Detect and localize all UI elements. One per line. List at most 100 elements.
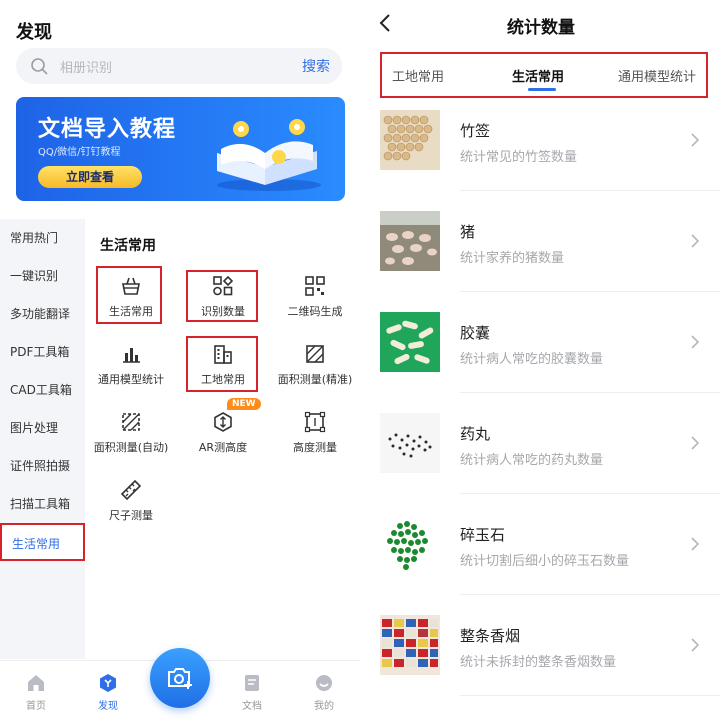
list-item[interactable]: 药丸 统计病人常吃的药丸数量 (362, 403, 720, 503)
chevron-right-icon (691, 436, 700, 450)
book-illustration-icon (217, 119, 321, 191)
row-divider (460, 392, 720, 393)
item-description: 统计家养的猪数量 (460, 251, 565, 266)
tab-model-stats[interactable]: 通用模型统计 (618, 66, 696, 85)
capsules-thumbnail (380, 312, 440, 372)
banner-title: 文档导入教程 (38, 117, 177, 142)
tool-label: 面积测量(自动) (93, 441, 169, 454)
tab-label: 首页 (26, 701, 46, 712)
search-input[interactable]: 相册识别 (60, 57, 112, 76)
tool-area-precise[interactable]: 面积测量(精准) (269, 337, 360, 401)
tab-label: 我的 (314, 701, 334, 712)
item-name: 胶囊 (460, 324, 491, 342)
area-auto-icon (122, 413, 140, 431)
sidebar-item-id-photo[interactable]: 证件照拍摄 (0, 447, 85, 485)
list-item[interactable]: 猪 统计家养的猪数量 (362, 201, 720, 301)
item-description: 统计常见的竹签数量 (460, 150, 578, 165)
active-tab-indicator (528, 88, 556, 91)
discover-screen: 发现 相册识别 搜索 文档导入教程 QQ/微信/钉钉教程 立即查看 常用热门 一… (0, 0, 360, 720)
highlight-box (186, 336, 258, 392)
cigarette-cartons-thumbnail (380, 615, 440, 675)
item-name: 药丸 (460, 425, 491, 443)
tool-area-auto[interactable]: 面积测量(自动) (85, 405, 177, 469)
tab-discover[interactable]: 发现 (78, 673, 138, 712)
tool-label: AR测高度 (198, 441, 248, 454)
jade-stones-thumbnail (380, 514, 440, 574)
bar-chart-icon (123, 348, 140, 363)
profile-icon (316, 675, 332, 691)
home-icon (28, 675, 44, 691)
sidebar-item-scan[interactable]: 扫描工具箱 (0, 485, 85, 523)
item-name: 竹签 (460, 122, 491, 140)
tool-height-measure[interactable]: 高度测量 (269, 405, 360, 469)
ruler-icon (120, 479, 142, 501)
tool-label: 二维码生成 (287, 305, 343, 318)
pills-thumbnail (380, 413, 440, 473)
list-item[interactable]: 竹签 统计常见的竹签数量 (362, 100, 720, 200)
chevron-right-icon (691, 234, 700, 248)
tool-grid-section: 生活常用 生活常用 识别数量 二维码生成 通用模型统计 工地常用 面积测量(精准… (85, 219, 360, 659)
row-divider (460, 695, 720, 696)
document-icon (245, 675, 259, 691)
page-title: 发现 (16, 22, 52, 43)
area-icon (306, 345, 324, 363)
tab-life-common[interactable]: 生活常用 (512, 66, 564, 85)
row-divider (460, 291, 720, 292)
banner-subtitle: QQ/微信/钉钉教程 (38, 147, 121, 158)
tool-label: 高度测量 (293, 441, 337, 454)
tab-document[interactable]: 文档 (222, 673, 282, 712)
item-name: 猪 (460, 223, 476, 241)
tab-home[interactable]: 首页 (6, 673, 66, 712)
chevron-right-icon (691, 133, 700, 147)
highlight-box (186, 270, 258, 322)
list-item[interactable]: 碎玉石 统计切割后细小的碎玉石数量 (362, 504, 720, 604)
row-divider (460, 190, 720, 191)
bamboo-sticks-thumbnail (380, 110, 440, 170)
camera-plus-icon (168, 668, 192, 689)
new-badge: NEW (227, 398, 261, 410)
screen: 发现 相册识别 搜索 文档导入教程 QQ/微信/钉钉教程 立即查看 常用热门 一… (0, 0, 720, 720)
qrcode-icon (305, 276, 325, 296)
category-sidebar: 常用热门 一键识别 多功能翻译 PDF工具箱 CAD工具箱 图片处理 证件照拍摄… (0, 219, 85, 659)
count-screen: 统计数量 工地常用 生活常用 通用模型统计 竹签 统计常见的竹签数量 猪 统计家… (362, 0, 720, 720)
tutorial-banner[interactable]: 文档导入教程 QQ/微信/钉钉教程 立即查看 (16, 97, 345, 201)
item-description: 统计病人常吃的药丸数量 (460, 453, 604, 468)
tool-model-stats[interactable]: 通用模型统计 (85, 337, 177, 401)
sidebar-item-image[interactable]: 图片处理 (0, 409, 85, 447)
discover-icon (100, 674, 116, 692)
tab-label: 发现 (98, 701, 118, 712)
section-title: 生活常用 (100, 238, 156, 254)
tab-profile[interactable]: 我的 (294, 673, 354, 712)
screen-title: 统计数量 (507, 18, 575, 38)
item-description: 统计切割后细小的碎玉石数量 (460, 554, 630, 569)
item-name: 整条香烟 (460, 627, 521, 645)
tool-label: 尺子测量 (109, 509, 153, 522)
sidebar-item-cad[interactable]: CAD工具箱 (0, 371, 85, 409)
search-button[interactable]: 搜索 (302, 56, 330, 76)
camera-button[interactable] (150, 648, 210, 708)
chevron-right-icon (691, 638, 700, 652)
tool-label: 面积测量(精准) (277, 373, 353, 386)
sidebar-item-pdf[interactable]: PDF工具箱 (0, 333, 85, 371)
ar-height-icon (214, 412, 232, 432)
tool-qrcode[interactable]: 二维码生成 (269, 269, 360, 333)
sidebar-item-hot[interactable]: 常用热门 (0, 219, 85, 257)
sidebar-item-life[interactable]: 生活常用 (0, 523, 85, 561)
row-divider (460, 493, 720, 494)
search-bar[interactable]: 相册识别 搜索 (16, 48, 342, 84)
category-tabs: 工地常用 生活常用 通用模型统计 (380, 52, 708, 98)
tool-ar-height[interactable]: AR测高度 (177, 405, 269, 469)
chevron-right-icon (691, 335, 700, 349)
tool-ruler[interactable]: 尺子测量 (85, 473, 177, 537)
tab-construction[interactable]: 工地常用 (392, 66, 444, 85)
banner-view-button[interactable]: 立即查看 (38, 166, 142, 188)
row-divider (460, 594, 720, 595)
chevron-right-icon (691, 537, 700, 551)
search-icon (31, 58, 48, 75)
sidebar-item-one-click[interactable]: 一键识别 (0, 257, 85, 295)
list-item[interactable]: 胶囊 统计病人常吃的胶囊数量 (362, 302, 720, 402)
sidebar-item-translate[interactable]: 多功能翻译 (0, 295, 85, 333)
item-description: 统计病人常吃的胶囊数量 (460, 352, 604, 367)
list-item[interactable]: 整条香烟 统计未拆封的整条香烟数量 (362, 605, 720, 705)
tool-label: 通用模型统计 (98, 373, 164, 386)
